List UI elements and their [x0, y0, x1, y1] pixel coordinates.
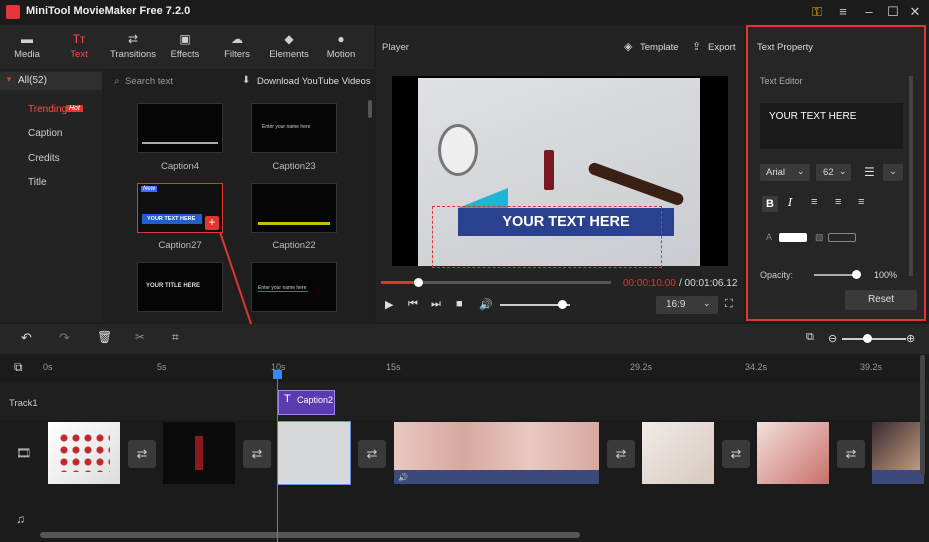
- video-track-icon: 🎞: [16, 446, 32, 460]
- ruler-tick: 0s: [43, 362, 53, 372]
- brush-shape: [586, 161, 686, 207]
- timeline-scrollbar[interactable]: [40, 532, 580, 538]
- music-track-icon: ♫: [16, 512, 25, 526]
- template-icon: ◈: [624, 41, 633, 53]
- transition-icon[interactable]: ⇄: [243, 440, 271, 468]
- redo-icon[interactable]: ↷: [59, 330, 70, 346]
- video-clip[interactable]: [872, 422, 924, 484]
- crop-icon[interactable]: ⌗: [172, 330, 179, 345]
- ruler-tick: 34.2s: [745, 362, 768, 372]
- text-selection-box[interactable]: [432, 206, 662, 268]
- add-track-icon[interactable]: ⧉: [14, 360, 23, 375]
- text-editor-input[interactable]: [760, 103, 903, 149]
- size-value: 62: [823, 167, 834, 178]
- align-left-icon[interactable]: ≡: [811, 196, 817, 208]
- video-clip[interactable]: [642, 422, 714, 484]
- volume-icon[interactable]: 🔊: [479, 298, 493, 311]
- export-icon: ⇪: [692, 41, 702, 53]
- transition-icon[interactable]: ⇄: [607, 440, 635, 468]
- video-preview: YOUR TEXT HERE: [392, 76, 728, 268]
- video-clip[interactable]: [48, 422, 120, 484]
- zoom-knob[interactable]: [863, 334, 872, 343]
- track1-label: Track1: [9, 398, 38, 409]
- text-editor-label: Text Editor: [760, 76, 803, 86]
- track1-row: [0, 382, 929, 420]
- lipstick-shape: [544, 150, 554, 190]
- volume-knob[interactable]: [557, 300, 567, 309]
- video-clip[interactable]: 🔊: [394, 422, 599, 484]
- ruler-tick: 39.2s: [860, 362, 883, 372]
- align-right-icon[interactable]: ≡: [858, 196, 864, 208]
- stop-icon[interactable]: ■: [456, 298, 463, 310]
- zoom-in-icon[interactable]: ⊕: [906, 332, 915, 345]
- text-color-swatch[interactable]: [779, 233, 807, 242]
- ruler-tick: 15s: [386, 362, 401, 372]
- video-clip[interactable]: [163, 422, 235, 484]
- font-value: Arial: [766, 167, 786, 178]
- template-button[interactable]: Template: [640, 42, 679, 53]
- fullscreen-icon[interactable]: ⛶: [725, 298, 733, 311]
- preview-image: YOUR TEXT HERE: [418, 78, 700, 268]
- italic-icon[interactable]: I: [788, 196, 792, 209]
- total-time: / 00:01:06.12: [679, 278, 738, 289]
- align-center-icon[interactable]: ≡: [835, 196, 841, 208]
- chevron-down-icon: ⌄: [797, 166, 805, 176]
- mirror-shape: [438, 124, 478, 176]
- text-editor-value: YOUR TEXT HERE: [769, 111, 857, 122]
- ruler-tick: 5s: [157, 362, 167, 372]
- overlay-accent: [458, 188, 508, 208]
- spacing-dropdown[interactable]: ⌄: [883, 164, 903, 181]
- ruler-tick: 29.2s: [630, 362, 653, 372]
- fit-icon[interactable]: ⧉: [806, 331, 814, 344]
- reset-button[interactable]: Reset: [845, 290, 917, 310]
- play-icon[interactable]: ▶: [385, 298, 393, 311]
- opacity-slider[interactable]: [814, 274, 856, 276]
- text-property-title: Text Property: [757, 42, 813, 53]
- transition-icon[interactable]: ⇄: [837, 440, 865, 468]
- audio-icon: 🔊: [398, 473, 408, 482]
- caption-clip-label: Caption2: [297, 395, 334, 405]
- player-title: Player: [382, 42, 409, 53]
- text-clip-icon: T: [284, 393, 291, 405]
- chevron-down-icon: ⌄: [839, 166, 847, 176]
- chevron-down-icon: ⌄: [703, 298, 711, 308]
- background-color-icon: ▧: [815, 232, 824, 242]
- undo-icon[interactable]: ↶: [21, 330, 32, 346]
- transition-icon[interactable]: ⇄: [358, 440, 386, 468]
- property-scrollbar[interactable]: [909, 76, 913, 276]
- split-icon[interactable]: ✂: [135, 330, 145, 344]
- video-clip[interactable]: [277, 421, 351, 485]
- opacity-knob[interactable]: [852, 270, 861, 279]
- opacity-value: 100%: [874, 270, 898, 280]
- previous-frame-icon[interactable]: ⏮: [408, 298, 418, 311]
- line-spacing-icon[interactable]: ☰: [864, 165, 875, 179]
- current-time: 00:00:10.00: [623, 278, 676, 289]
- timeline-vertical-scrollbar[interactable]: [920, 355, 925, 475]
- zoom-out-icon[interactable]: ⊖: [828, 332, 837, 345]
- text-color-icon: A: [766, 232, 773, 242]
- bold-icon[interactable]: B: [762, 196, 778, 212]
- transition-icon[interactable]: ⇄: [722, 440, 750, 468]
- opacity-label: Opacity:: [760, 270, 794, 280]
- delete-icon[interactable]: 🗑: [97, 330, 112, 344]
- playhead-handle[interactable]: [273, 370, 282, 379]
- next-frame-icon[interactable]: ⏭: [431, 298, 441, 311]
- transition-icon[interactable]: ⇄: [128, 440, 156, 468]
- background-color-swatch[interactable]: [828, 233, 856, 242]
- progress-knob[interactable]: [413, 278, 423, 287]
- export-button[interactable]: Export: [708, 42, 735, 53]
- zoom-slider[interactable]: [842, 338, 906, 340]
- progress-fill: [381, 281, 418, 284]
- aspect-value: 16:9: [666, 299, 686, 310]
- video-clip[interactable]: [757, 422, 829, 484]
- playhead-line: [277, 372, 278, 542]
